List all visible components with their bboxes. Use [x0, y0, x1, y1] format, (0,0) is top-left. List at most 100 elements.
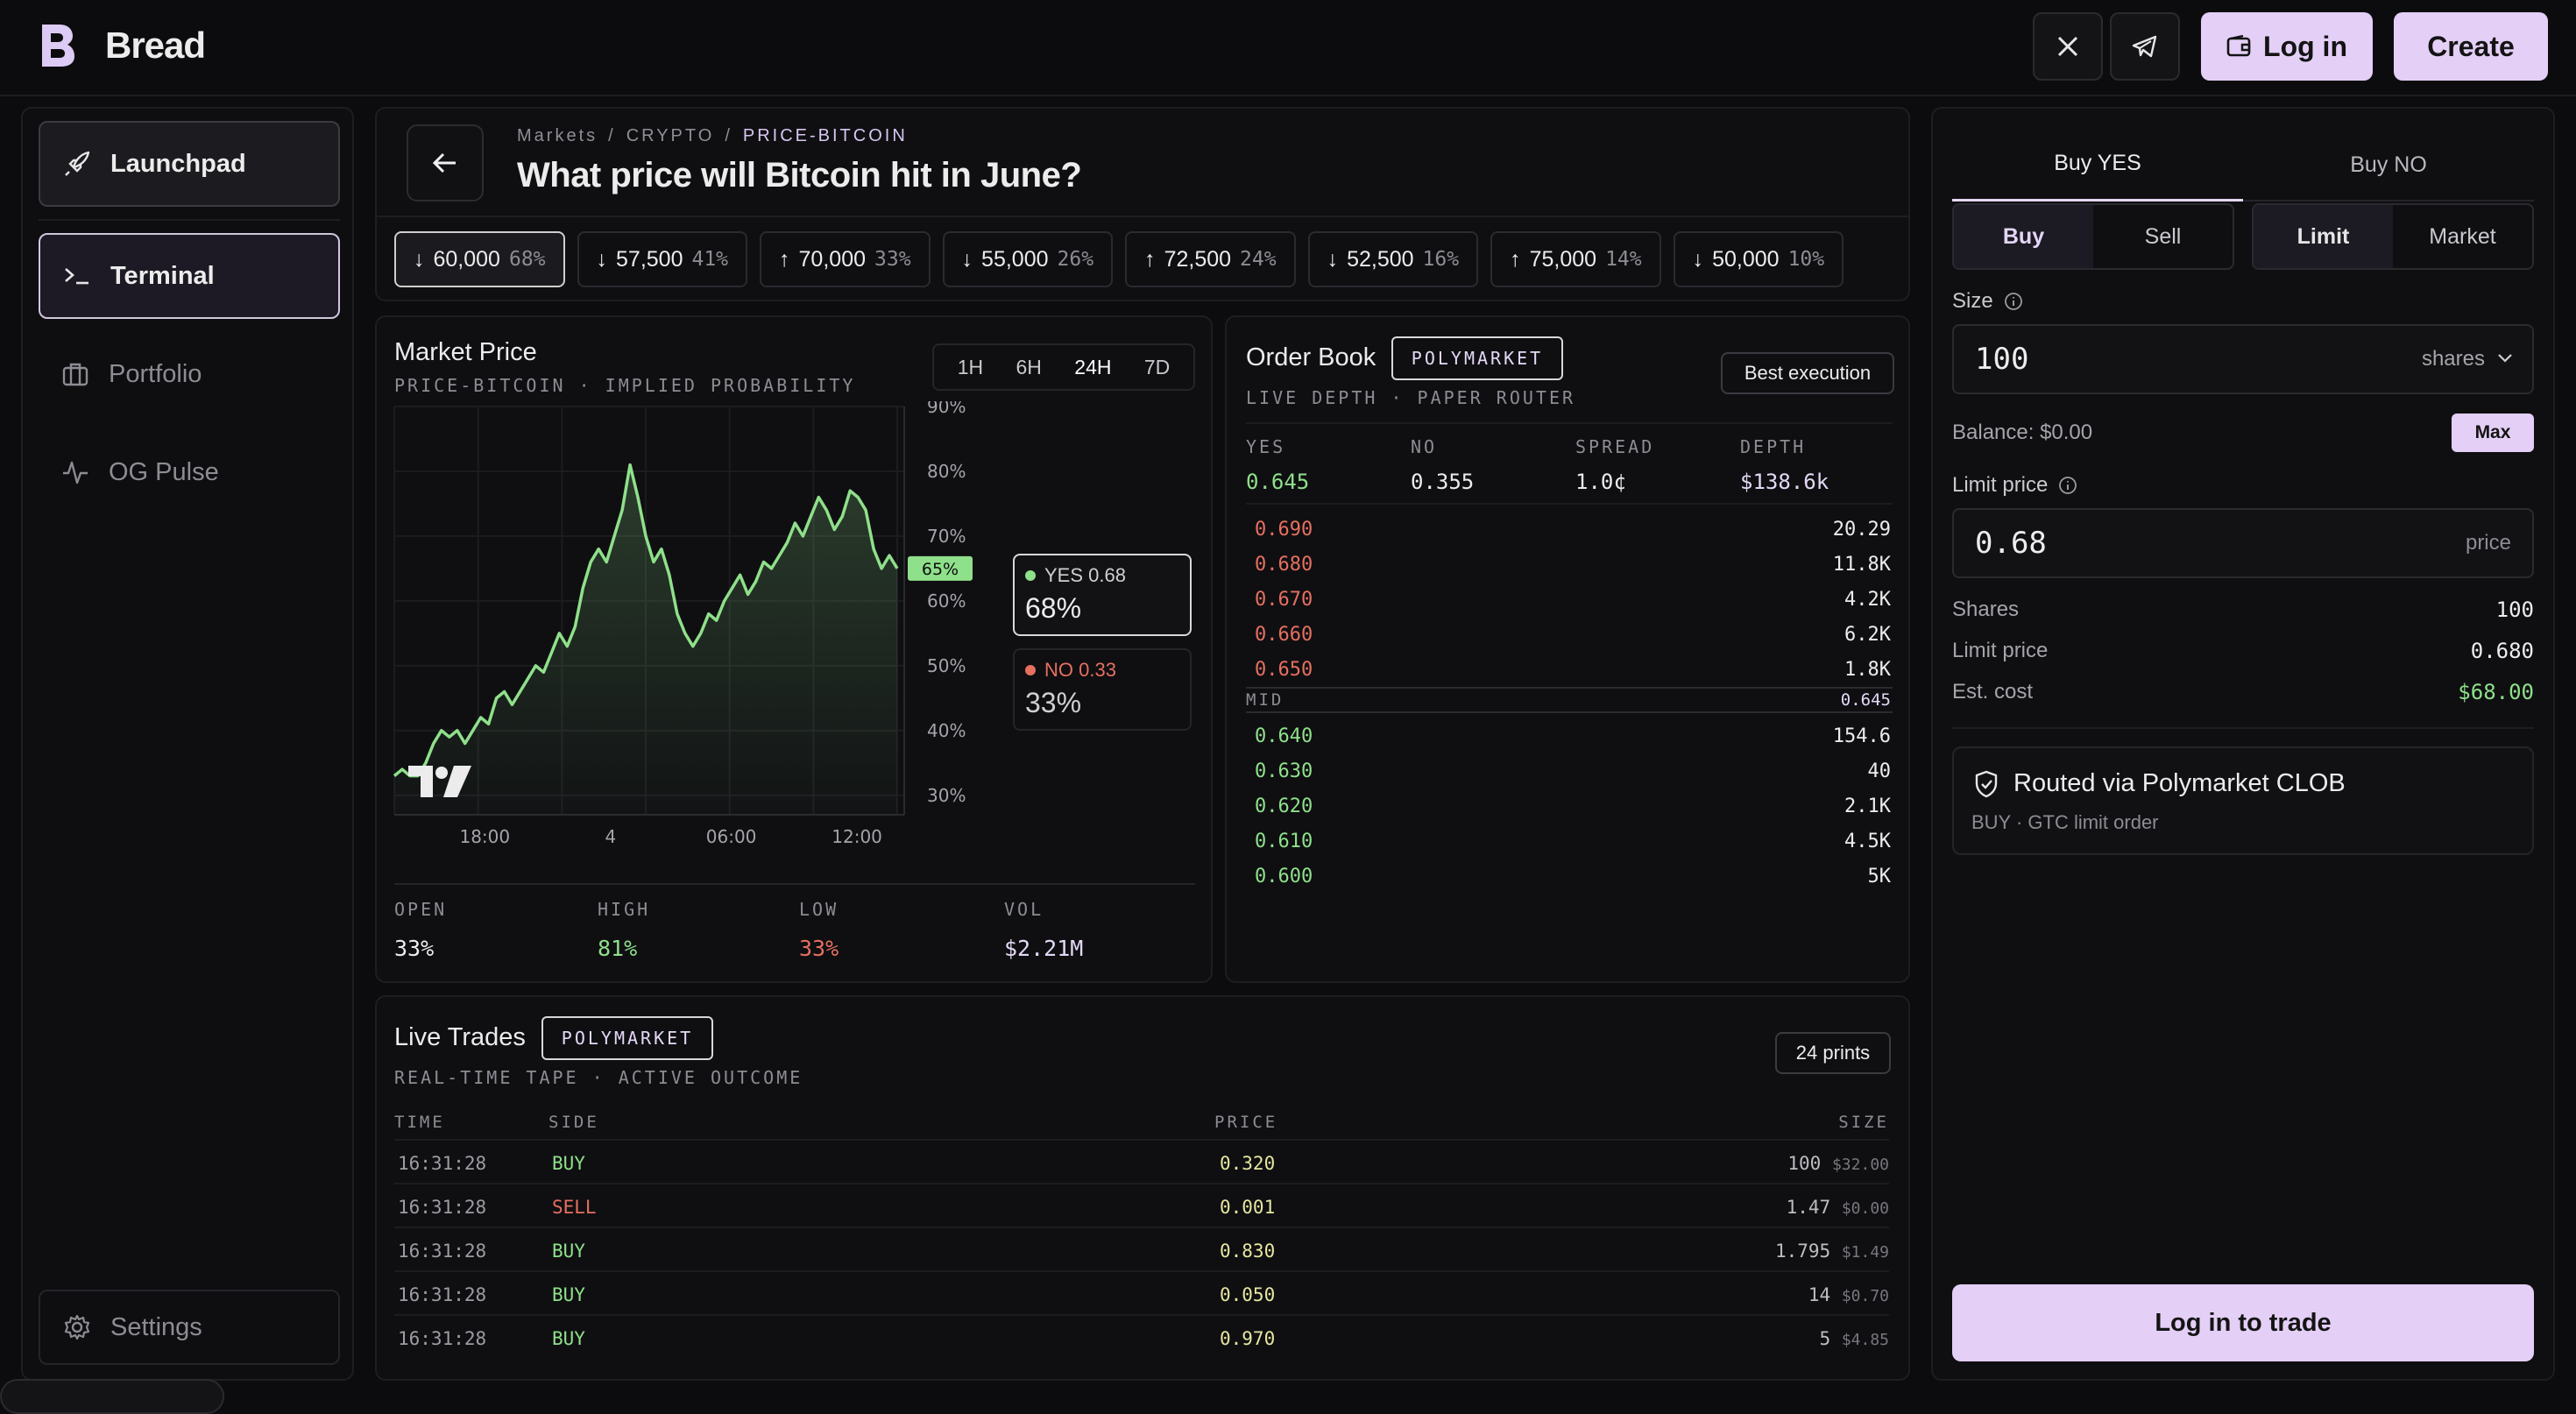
outcome-direction: ↑ [1144, 246, 1156, 272]
tab-buy-yes[interactable]: Buy YES [1952, 128, 2243, 201]
outcome-chip[interactable]: ↑ 75,000 14% [1490, 231, 1661, 287]
timeframe-1h[interactable]: 1H [958, 356, 983, 379]
order-type-toggle: Limit Market [2252, 203, 2534, 270]
sidebar-item-portfolio[interactable]: Portfolio [39, 331, 340, 417]
ob-summary-yes: YES 0.645 [1246, 436, 1309, 494]
ask-size: 1.8K [1844, 658, 1891, 681]
outcome-label: 72,500 [1164, 246, 1232, 272]
outcome-label: 75,000 [1529, 246, 1597, 272]
order-type-market[interactable]: Market [2393, 205, 2532, 268]
ob-summary-spread: SPREAD 1.0¢ [1575, 436, 1654, 494]
ob-summary-label: YES [1246, 436, 1286, 457]
timeframe-6h[interactable]: 6H [1016, 356, 1041, 379]
timeframe-selector: 1H 6H 24H 7D [932, 343, 1195, 391]
outcome-chip[interactable]: ↓ 55,000 26% [942, 231, 1114, 287]
brand-name[interactable]: Bread [105, 25, 206, 67]
panel-divider [1952, 727, 2534, 729]
table-row[interactable]: 16:31:28 BUY 0.970 5 $4.85 [394, 1314, 1889, 1358]
info-icon[interactable] [2004, 292, 2023, 311]
size-value: 100 [1975, 342, 2029, 377]
outcome-chip[interactable]: ↑ 72,500 24% [1125, 231, 1296, 287]
stat-value: 81% [598, 936, 638, 961]
order-type-limit[interactable]: Limit [2254, 205, 2393, 268]
outcome-chip[interactable]: ↓ 50,000 10% [1673, 231, 1844, 287]
bottom-toast-tab[interactable] [0, 1379, 224, 1414]
yes-dot-icon [1025, 570, 1036, 581]
arrow-left-icon [432, 152, 456, 173]
outcome-label: 55,000 [981, 246, 1049, 272]
side-sell[interactable]: Sell [2093, 205, 2233, 268]
outcome-chip[interactable]: ↓ 60,000 68% [394, 231, 565, 287]
price-chart-title: Market Price [394, 338, 537, 366]
balance-text: Balance: $0.00 [1952, 421, 2093, 444]
side-toggle: Buy Sell [1952, 203, 2234, 270]
timeframe-7d[interactable]: 7D [1144, 356, 1170, 379]
sidebar-item-settings[interactable]: Settings [39, 1290, 340, 1365]
ask-size: 11.8K [1832, 553, 1891, 576]
sidebar-item-launchpad[interactable]: Launchpad [39, 121, 340, 207]
yes-price-box[interactable]: YES 0.68 68% [1013, 554, 1192, 636]
col-price: PRICE [1214, 1113, 1278, 1132]
bread-logo-icon[interactable] [39, 23, 75, 68]
outcome-chip[interactable]: ↓ 57,500 41% [577, 231, 748, 287]
breadcrumb-markets[interactable]: Markets [517, 126, 598, 146]
outcome-label: 60,000 [433, 246, 500, 272]
ask-row[interactable]: 0.670 4.2K [1246, 582, 1893, 617]
summary-value: 0.680 [2470, 639, 2534, 663]
ask-row[interactable]: 0.690 20.29 [1246, 512, 1893, 547]
bid-row[interactable]: 0.620 2.1K [1246, 788, 1893, 824]
outcome-chip[interactable]: ↑ 70,000 33% [760, 231, 931, 287]
ask-price: 0.650 [1255, 658, 1313, 681]
col-size: SIZE [1838, 1113, 1889, 1132]
telegram-button[interactable] [2110, 12, 2180, 81]
table-row[interactable]: 16:31:28 BUY 0.830 1.795 $1.49 [394, 1227, 1889, 1270]
timeframe-24h[interactable]: 24H [1074, 356, 1111, 379]
bid-row[interactable]: 0.610 4.5K [1246, 824, 1893, 859]
bid-row[interactable]: 0.630 40 [1246, 753, 1893, 788]
outcome-chip[interactable]: ↓ 52,500 16% [1307, 231, 1479, 287]
ask-row[interactable]: 0.650 1.8K [1246, 652, 1893, 687]
ob-summary-depth: DEPTH $138.6k [1740, 436, 1829, 494]
bid-row[interactable]: 0.640 154.6 [1246, 718, 1893, 753]
price-chart[interactable]: 90% 80% 70% 60% 50% 40% 30% 18:00 4 06:00 12:00 65% [377, 401, 990, 857]
info-icon[interactable] [2058, 476, 2077, 495]
side-buy[interactable]: Buy [1954, 205, 2093, 268]
create-button[interactable]: Create [2394, 12, 2548, 81]
chevron-down-icon[interactable] [2497, 352, 2513, 364]
bid-row[interactable]: 0.600 5K [1246, 859, 1893, 894]
limit-price-input[interactable]: 0.68 price [1952, 508, 2534, 578]
ask-row[interactable]: 0.660 6.2K [1246, 617, 1893, 652]
no-price-box[interactable]: NO 0.33 33% [1013, 648, 1192, 731]
size-input[interactable]: 100 shares [1952, 324, 2534, 394]
login-button[interactable]: Log in [2201, 12, 2373, 81]
back-button[interactable] [407, 124, 484, 201]
outcome-pct: 68% [508, 248, 546, 271]
ask-row[interactable]: 0.680 11.8K [1246, 547, 1893, 582]
table-row[interactable]: 16:31:28 BUY 0.050 14 $0.70 [394, 1270, 1889, 1314]
trade-time: 16:31:28 [398, 1328, 487, 1349]
table-row[interactable]: 16:31:28 SELL 0.001 1.47 $0.00 [394, 1183, 1889, 1227]
sidebar-item-og-pulse[interactable]: OG Pulse [39, 429, 340, 515]
trade-side: BUY [552, 1284, 585, 1305]
outcome-direction: ↓ [596, 246, 608, 272]
trade-size-usd: $0.00 [1841, 1199, 1889, 1218]
ask-size: 6.2K [1844, 623, 1891, 646]
max-button[interactable]: Max [2452, 414, 2534, 452]
login-to-trade-button[interactable]: Log in to trade [1952, 1284, 2534, 1361]
breadcrumb-crypto[interactable]: CRYPTO [626, 126, 715, 146]
col-time: TIME [394, 1113, 445, 1132]
ask-price: 0.680 [1255, 553, 1313, 576]
x-social-button[interactable] [2033, 12, 2103, 81]
col-side: SIDE [548, 1113, 599, 1132]
trade-price: 0.320 [1220, 1153, 1276, 1174]
table-row[interactable]: 16:31:28 BUY 0.320 100 $32.00 [394, 1139, 1889, 1183]
gear-icon [64, 1314, 90, 1340]
best-execution-button[interactable]: Best execution [1721, 352, 1894, 394]
tab-buy-no[interactable]: Buy NO [2243, 128, 2534, 201]
ob-summary-value: $138.6k [1740, 470, 1829, 494]
stat-label: VOL [1004, 899, 1044, 920]
limit-price-unit: price [2465, 531, 2511, 555]
size-label-text: Size [1952, 289, 1993, 313]
y-tick-label: 70% [927, 526, 966, 547]
sidebar-item-terminal[interactable]: Terminal [39, 233, 340, 319]
